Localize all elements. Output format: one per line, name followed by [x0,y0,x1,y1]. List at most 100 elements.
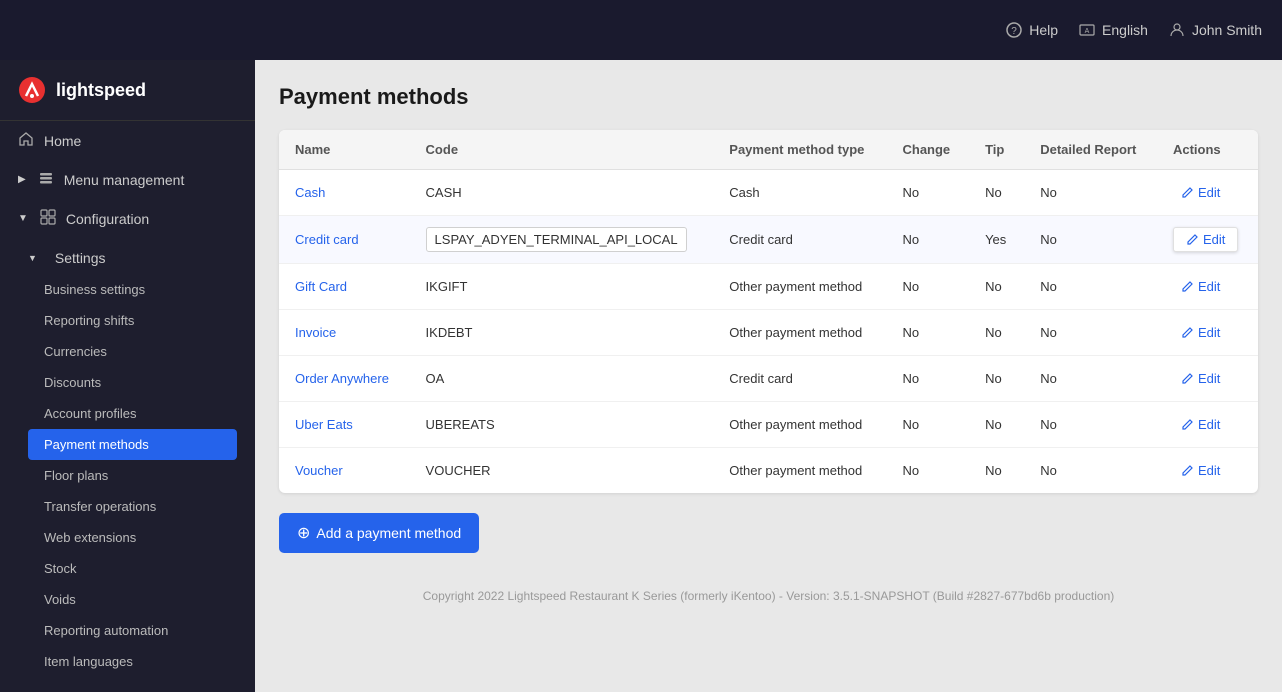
edit-button[interactable]: Edit [1173,181,1228,204]
change-cell: No [886,448,969,494]
code-cell: IKGIFT [410,264,714,310]
payment-methods-table-card: Name Code Payment method type Change Tip… [279,130,1258,493]
edit-icon [1181,464,1194,477]
user-label: John Smith [1192,22,1262,38]
logo: lightspeed [0,60,255,121]
svg-text:A: A [1085,28,1090,35]
code-input-field[interactable]: LSPAY_ADYEN_TERMINAL_API_LOCAL [426,227,687,252]
col-tip: Tip [969,130,1024,170]
type-cell: Credit card [713,216,886,264]
config-icon [40,209,56,228]
col-actions: Actions [1157,130,1258,170]
payment-method-name-link[interactable]: Gift Card [295,279,347,294]
detailed-report-cell: No [1024,402,1157,448]
sidebar-item-discounts[interactable]: Discounts [28,367,237,398]
sidebar-item-web-extensions[interactable]: Web extensions [28,522,237,553]
col-code: Code [410,130,714,170]
sidebar-item-configurations[interactable]: Configurations [0,681,255,692]
edit-button[interactable]: Edit [1173,321,1228,344]
sidebar-item-currencies[interactable]: Currencies [28,336,237,367]
sidebar-item-payment-methods[interactable]: Payment methods [28,429,237,460]
sidebar: lightspeed Home ▶ Menu management [0,60,255,692]
app-layout: lightspeed Home ▶ Menu management [0,60,1282,692]
topbar: ? Help A English John Smith [0,0,1282,60]
sidebar-item-menu-management[interactable]: ▶ Menu management [0,160,255,199]
type-cell: Other payment method [713,310,886,356]
user-menu[interactable]: John Smith [1168,21,1262,39]
tip-cell: No [969,448,1024,494]
edit-icon [1186,233,1199,246]
edit-icon [1181,372,1194,385]
payment-method-name-link[interactable]: Invoice [295,325,336,340]
sidebar-item-label-settings: Settings [55,250,106,266]
sidebar-item-settings[interactable]: ▼ Settings [28,242,237,274]
edit-button[interactable]: Edit [1173,227,1238,252]
help-button[interactable]: ? Help [1005,21,1058,39]
edit-button[interactable]: Edit [1173,275,1228,298]
edit-button[interactable]: Edit [1173,367,1228,390]
sidebar-item-reporting-automation[interactable]: Reporting automation [28,615,237,646]
tip-cell: No [969,402,1024,448]
arrow-icon-config: ▼ [18,213,28,224]
sidebar-item-reporting-shifts[interactable]: Reporting shifts [28,305,237,336]
payment-method-name-link[interactable]: Cash [295,185,325,200]
sidebar-item-item-languages[interactable]: Item languages [28,646,237,677]
footer-text: Copyright 2022 Lightspeed Restaurant K S… [279,573,1258,619]
table-row: Gift CardIKGIFTOther payment methodNoNoN… [279,264,1258,310]
language-selector[interactable]: A English [1078,21,1148,39]
edit-icon [1181,418,1194,431]
change-cell: No [886,264,969,310]
sidebar-item-floor-plans[interactable]: Floor plans [28,460,237,491]
tip-cell: No [969,264,1024,310]
sidebar-item-voids[interactable]: Voids [28,584,237,615]
col-change: Change [886,130,969,170]
tip-cell: No [969,170,1024,216]
logo-icon [18,76,46,104]
edit-button[interactable]: Edit [1173,413,1228,436]
payment-method-name-link[interactable]: Credit card [295,232,359,247]
payment-method-name-link[interactable]: Voucher [295,463,343,478]
detailed-report-cell: No [1024,264,1157,310]
detailed-report-cell: No [1024,170,1157,216]
table-row: Order AnywhereOACredit cardNoNoNo Edit [279,356,1258,402]
type-cell: Cash [713,170,886,216]
col-name: Name [279,130,410,170]
table-row: CashCASHCashNoNoNo Edit [279,170,1258,216]
add-payment-method-button[interactable]: ⊕ Add a payment method [279,513,479,553]
arrow-icon-settings: ▼ [28,253,37,263]
table-row: Credit card LSPAY_ADYEN_TERMINAL_API_LOCA… [279,216,1258,264]
change-cell: No [886,170,969,216]
payment-methods-table: Name Code Payment method type Change Tip… [279,130,1258,493]
tip-cell: Yes [969,216,1024,264]
tip-cell: No [969,356,1024,402]
help-icon: ? [1005,21,1023,39]
sidebar-item-transfer-operations[interactable]: Transfer operations [28,491,237,522]
edit-icon [1181,280,1194,293]
payment-method-name-link[interactable]: Uber Eats [295,417,353,432]
code-cell: VOUCHER [410,448,714,494]
change-cell: No [886,216,969,264]
sidebar-item-account-profiles[interactable]: Account profiles [28,398,237,429]
code-cell: CASH [410,170,714,216]
sidebar-item-business-settings[interactable]: Business settings [28,274,237,305]
sidebar-item-home[interactable]: Home [0,121,255,160]
change-cell: No [886,402,969,448]
sidebar-item-label-home: Home [44,133,81,149]
sidebar-item-configuration[interactable]: ▼ Configuration [0,199,255,238]
edit-icon [1181,326,1194,339]
page-title: Payment methods [279,84,1258,110]
detailed-report-cell: No [1024,310,1157,356]
code-cell: IKDEBT [410,310,714,356]
settings-group: ▼ Settings Business settings Reporting s… [0,238,255,681]
payment-method-name-link[interactable]: Order Anywhere [295,371,389,386]
type-cell: Other payment method [713,448,886,494]
table-row: VoucherVOUCHEROther payment methodNoNoNo… [279,448,1258,494]
code-cell: OA [410,356,714,402]
type-cell: Other payment method [713,402,886,448]
sidebar-item-stock[interactable]: Stock [28,553,237,584]
type-cell: Credit card [713,356,886,402]
language-icon: A [1078,21,1096,39]
edit-button[interactable]: Edit [1173,459,1228,482]
menu-icon [38,170,54,189]
code-cell: UBEREATS [410,402,714,448]
